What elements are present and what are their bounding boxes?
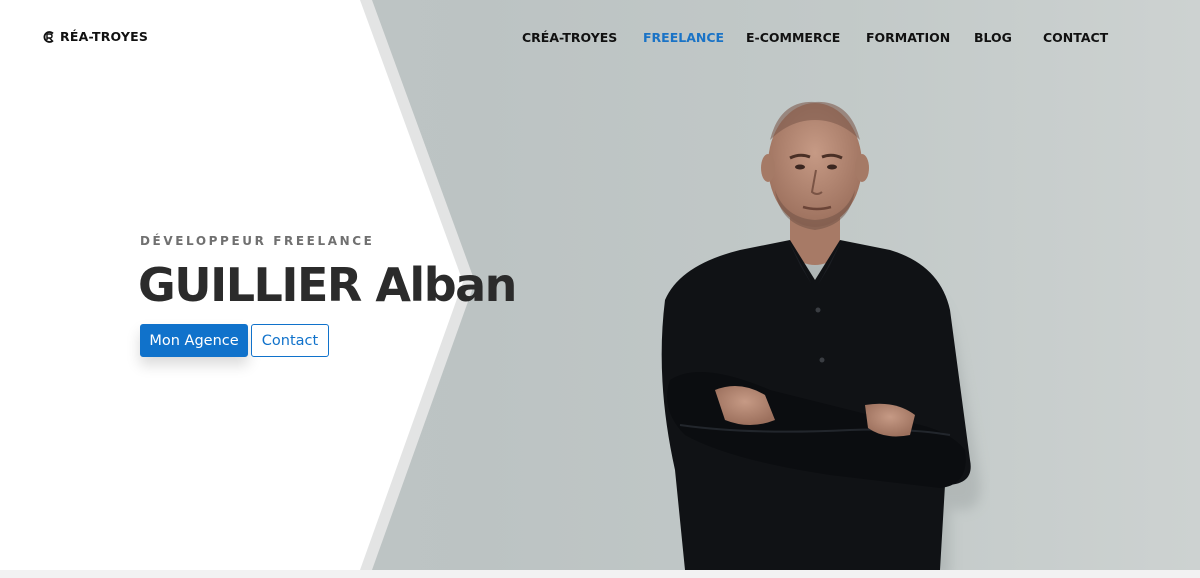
nav-item-crea-troyes[interactable]: CRÉA-TROYES: [522, 30, 617, 45]
nav-item-formation[interactable]: FORMATION: [866, 30, 950, 45]
mon-agence-button[interactable]: Mon Agence: [140, 324, 248, 357]
nav-item-contact[interactable]: CONTACT: [1043, 30, 1108, 45]
hero-section: RÉA-TROYES CRÉA-TROYES FREELANCE E-COMME…: [0, 0, 1200, 570]
nav-item-freelance[interactable]: FREELANCE: [643, 30, 724, 45]
contact-button[interactable]: Contact: [251, 324, 329, 357]
portrait-photo: [661, 101, 981, 570]
hero-title: GUILLIER Alban: [138, 258, 517, 312]
hero-eyebrow: DÉVELOPPEUR FREELANCE: [140, 234, 375, 248]
nav-item-blog[interactable]: BLOG: [974, 30, 1012, 45]
cr-logo-mark-icon: [43, 30, 54, 43]
bottom-divider: [0, 570, 1200, 578]
brand-name: RÉA-TROYES: [60, 29, 149, 44]
nav-item-e-commerce[interactable]: E-COMMERCE: [746, 30, 840, 45]
brand-logo[interactable]: RÉA-TROYES: [42, 29, 148, 44]
